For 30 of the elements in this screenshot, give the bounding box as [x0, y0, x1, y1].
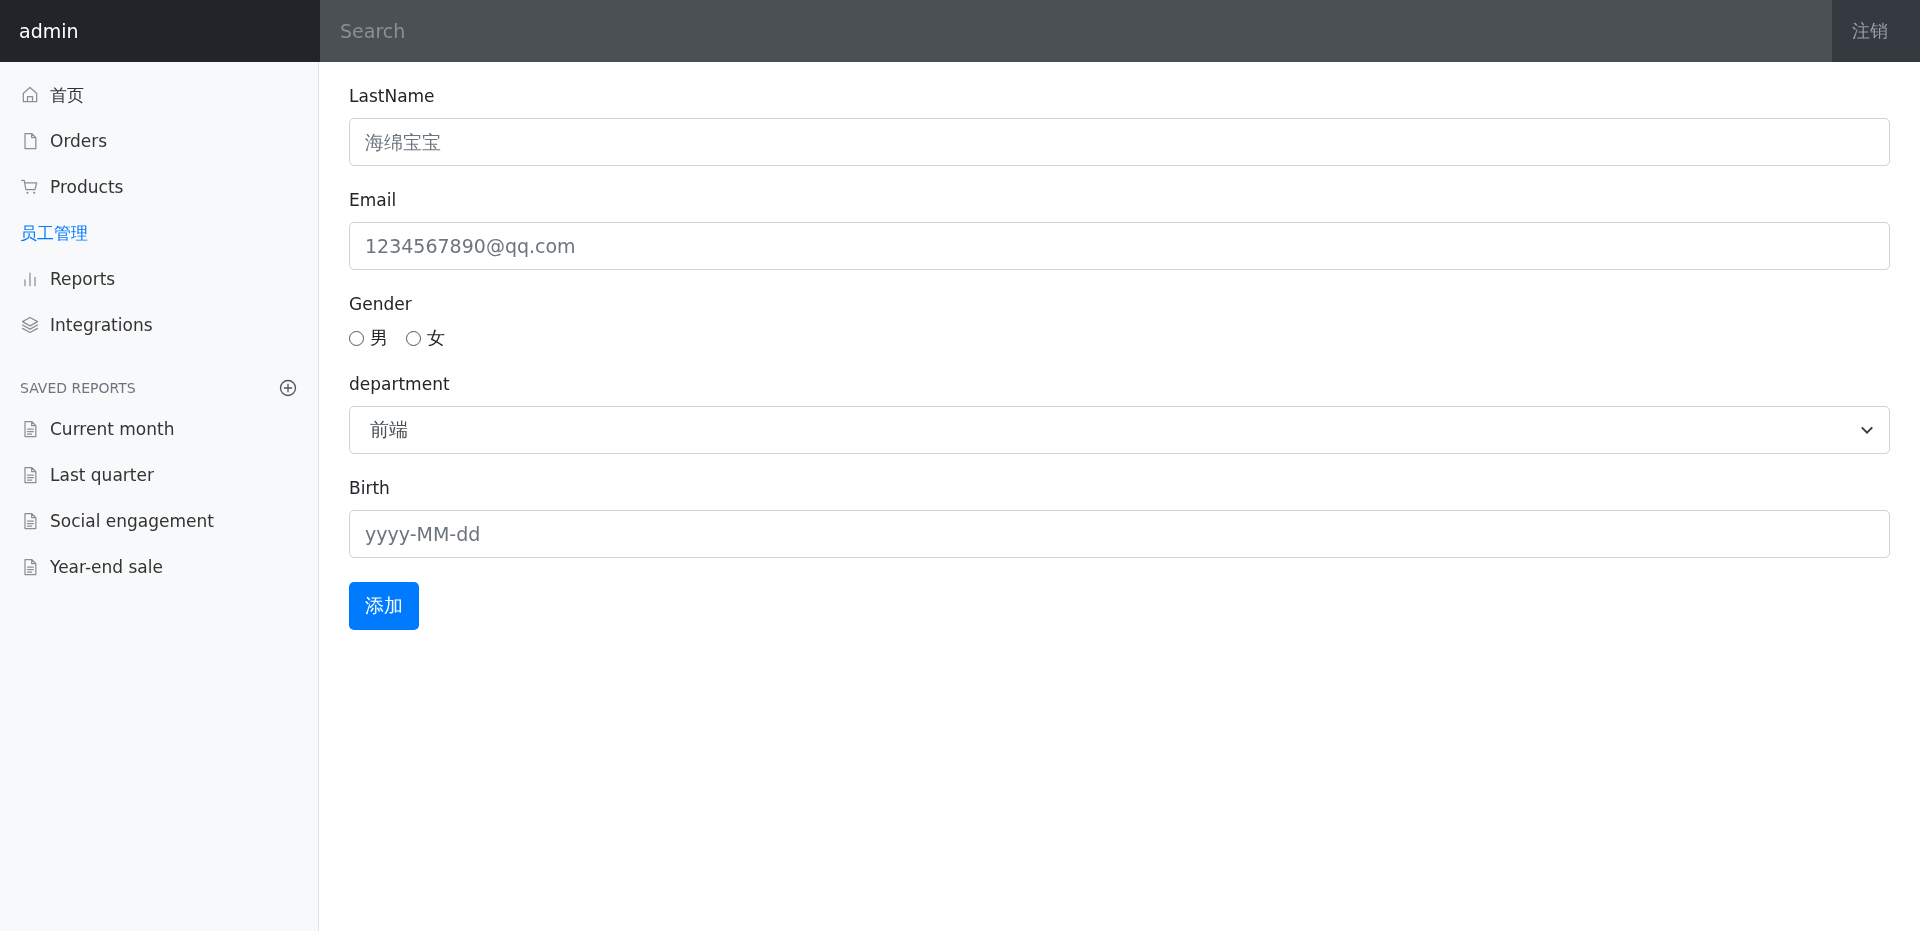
cart-icon — [20, 177, 40, 197]
field-label: Gender — [349, 294, 413, 314]
field-label: Email — [349, 190, 398, 210]
sidebar-item[interactable]: Social engagement — [0, 498, 318, 544]
input-field[interactable]: 1234567890@qq.com — [349, 222, 1890, 270]
home-icon — [20, 85, 40, 105]
sidebar-item[interactable]: Reports — [0, 256, 318, 302]
field-label: department — [349, 374, 451, 394]
sidebar-item[interactable]: Current month — [0, 406, 318, 452]
brand-name[interactable]: admin — [0, 0, 320, 62]
input-field[interactable]: 海绵宝宝 — [349, 118, 1890, 166]
sidebar-item[interactable]: Last quarter — [0, 452, 318, 498]
add-button[interactable]: 添加 — [349, 582, 419, 630]
search-field[interactable]: Search — [320, 0, 1832, 62]
radio-label[interactable]: 男 — [370, 326, 388, 350]
select-field[interactable]: 前端 — [349, 406, 1890, 454]
sidebar-item[interactable]: Year-end sale — [0, 544, 318, 590]
sidebar-item[interactable]: Integrations — [0, 302, 318, 348]
add-icon[interactable] — [278, 378, 298, 398]
section-heading: SAVED REPORTS — [20, 380, 136, 396]
input-field[interactable]: yyyy-MM-dd — [349, 510, 1890, 558]
sidebar-item[interactable]: Products — [0, 164, 318, 210]
layers-icon — [20, 315, 40, 335]
sidebar-item[interactable]: Orders — [0, 118, 318, 164]
field-label: LastName — [349, 86, 436, 106]
radio-label[interactable]: 女 — [427, 326, 445, 350]
sidebar-item[interactable]: 首页 — [0, 72, 318, 118]
sign-out-link[interactable]: 注销 — [1832, 0, 1908, 62]
sidebar-item[interactable]: 员工管理 — [0, 210, 318, 256]
field-label: Birth — [349, 478, 391, 498]
